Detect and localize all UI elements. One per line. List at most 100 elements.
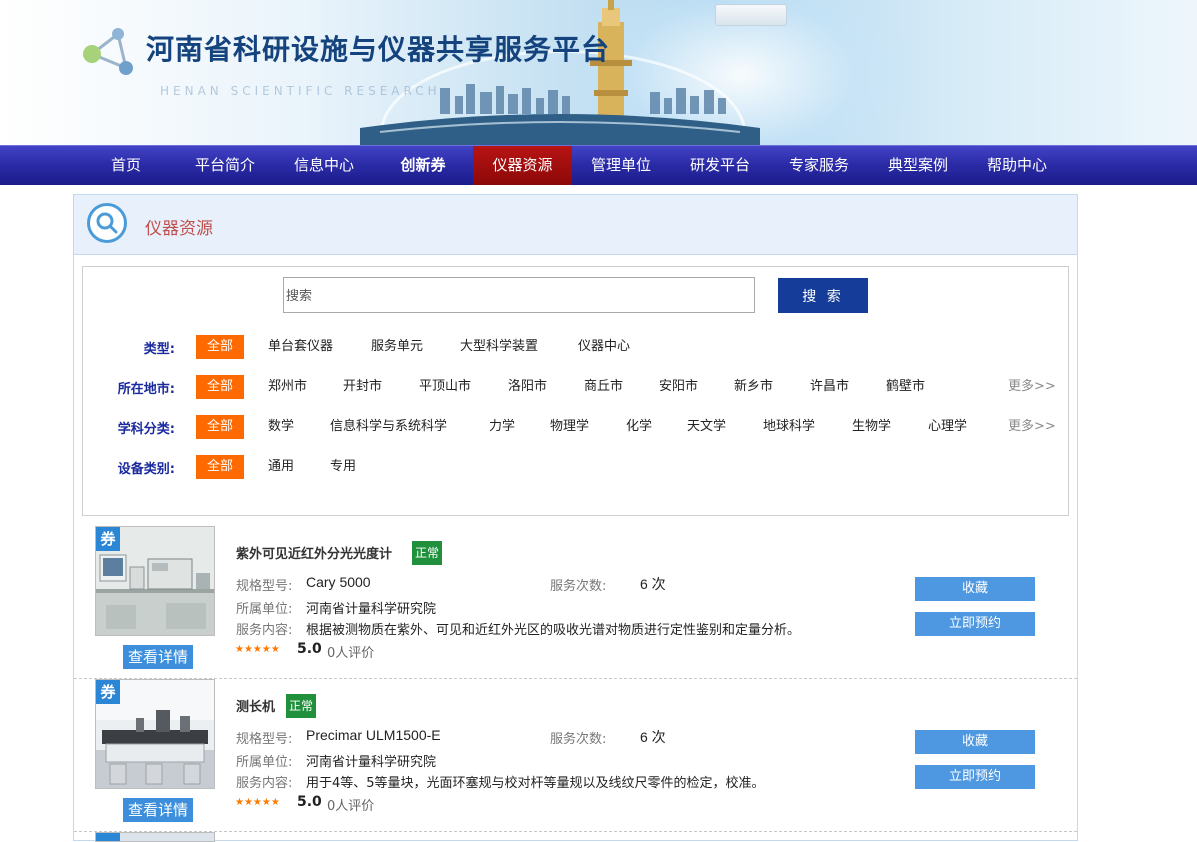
view-detail-button[interactable]: 查看详情: [123, 645, 193, 669]
nav-item-instruments[interactable]: 仪器资源: [473, 146, 572, 185]
service-content-value: 用于4等、5等量块，光面环塞规与校对杆等量规以及线纹尺零件的检定，校准。: [306, 776, 765, 791]
instrument-panel: 仪器资源 搜 索 类型: 全部 单台套仪器 服务单元 大型科学装置 仪器中心 所…: [73, 194, 1078, 842]
header-banner: 河南省科研设施与仪器共享服务平台 HENAN SCIENTIFIC RESEAR…: [0, 0, 1197, 145]
service-content-value: 根据被测物质在紫外、可见和近红外光区的吸收光谱对物质进行定性鉴别和定量分析。: [306, 623, 801, 638]
service-content-label: 服务内容:: [236, 623, 293, 638]
unit-label: 所属单位:: [236, 602, 293, 617]
filter-option[interactable]: 服务单元: [371, 335, 423, 359]
filter-more-link[interactable]: 更多>>: [1008, 415, 1056, 439]
filter-option[interactable]: 化学: [626, 415, 652, 439]
instrument-illustration: [715, 4, 787, 26]
filter-option[interactable]: 通用: [268, 455, 294, 479]
filter-option[interactable]: 力学: [489, 415, 515, 439]
nav-item-help[interactable]: 帮助中心: [978, 146, 1056, 185]
filter-option[interactable]: 开封市: [343, 375, 382, 399]
main-nav: 首页 平台简介 信息中心 创新券 仪器资源 管理单位 研发平台 专家服务 典型案…: [0, 145, 1197, 185]
filter-box: 搜 索 类型: 全部 单台套仪器 服务单元 大型科学装置 仪器中心 所在地市: …: [82, 266, 1069, 516]
filter-option[interactable]: 心理学: [928, 415, 967, 439]
model-label: 规格型号:: [236, 579, 293, 594]
filter-option-all[interactable]: 全部: [196, 415, 244, 439]
filter-label-type: 类型:: [143, 342, 175, 357]
filter-option[interactable]: 鹤壁市: [886, 375, 925, 399]
filter-option[interactable]: 许昌市: [810, 375, 849, 399]
filter-option[interactable]: 信息科学与系统科学: [330, 415, 447, 439]
filter-option[interactable]: 大型科学装置: [460, 335, 538, 359]
rating-score: 5.0: [297, 794, 322, 810]
filter-option[interactable]: 商丘市: [584, 375, 623, 399]
search-button[interactable]: 搜 索: [778, 278, 868, 313]
filter-option[interactable]: 天文学: [687, 415, 726, 439]
favorite-button[interactable]: 收藏: [915, 730, 1035, 754]
unit-value: 河南省计量科学研究院: [306, 602, 437, 617]
filter-option[interactable]: 安阳市: [659, 375, 698, 399]
platform-logo-icon: [83, 28, 133, 75]
nav-item-rd-platform[interactable]: 研发平台: [681, 146, 759, 185]
filter-option[interactable]: 地球科学: [763, 415, 815, 439]
filter-option[interactable]: 专用: [330, 455, 356, 479]
coupon-badge: 券: [96, 527, 120, 551]
filter-option-all[interactable]: 全部: [196, 335, 244, 359]
coupon-badge: 券: [96, 680, 120, 704]
search-input[interactable]: [283, 277, 755, 313]
result-item: 券 查看详情 测长机 正常 规格型号: Precimar ULM1500-E 服…: [74, 679, 1077, 832]
nav-item-news[interactable]: 信息中心: [285, 146, 363, 185]
rating-stars-icon: ★★★★★: [235, 644, 280, 655]
site-subtitle: HENAN SCIENTIFIC RESEARCH: [160, 84, 441, 98]
nav-item-management[interactable]: 管理单位: [582, 146, 660, 185]
service-count-value: 6 次: [640, 729, 666, 745]
service-count-label: 服务次数:: [550, 579, 607, 594]
status-badge: 正常: [286, 694, 317, 718]
service-content-label: 服务内容:: [236, 776, 293, 791]
filter-option-all[interactable]: 全部: [196, 455, 244, 479]
filter-more-link[interactable]: 更多>>: [1008, 375, 1056, 399]
filter-label-subject: 学科分类:: [117, 422, 175, 437]
instrument-name[interactable]: 紫外可见近红外分光光度计: [236, 543, 392, 562]
nav-item-home[interactable]: 首页: [92, 146, 160, 185]
filter-option[interactable]: 郑州市: [268, 375, 307, 399]
filter-row-type: 类型: 全部 单台套仪器 服务单元 大型科学装置 仪器中心: [83, 335, 1068, 359]
result-item: [74, 832, 1077, 842]
view-detail-button[interactable]: 查看详情: [123, 798, 193, 822]
nav-item-experts[interactable]: 专家服务: [780, 146, 858, 185]
review-count: 0人评价: [327, 646, 375, 661]
filter-option[interactable]: 仪器中心: [578, 335, 630, 359]
filter-option-all[interactable]: 全部: [196, 375, 244, 399]
nav-item-about[interactable]: 平台简介: [186, 146, 264, 185]
instrument-photo[interactable]: 券: [95, 679, 215, 789]
service-count-value: 6 次: [640, 576, 666, 592]
favorite-button[interactable]: 收藏: [915, 577, 1035, 601]
model-value: Precimar ULM1500-E: [306, 727, 441, 743]
rating-stars-icon: ★★★★★: [235, 797, 280, 808]
coupon-badge: [96, 833, 120, 841]
review-count: 0人评价: [327, 799, 375, 814]
rating-score: 5.0: [297, 641, 322, 657]
model-value: Cary 5000: [306, 574, 371, 590]
model-label: 规格型号:: [236, 732, 293, 747]
city-skyline-illustration: [360, 0, 760, 145]
filter-option[interactable]: 平顶山市: [419, 375, 471, 399]
filter-option[interactable]: 新乡市: [734, 375, 773, 399]
book-now-button[interactable]: 立即预约: [915, 612, 1035, 636]
filter-label-city: 所在地市:: [117, 382, 175, 397]
filter-option[interactable]: 单台套仪器: [268, 335, 333, 359]
search-icon: [87, 203, 127, 243]
nav-item-cases[interactable]: 典型案例: [879, 146, 957, 185]
filter-row-subject: 学科分类: 全部 数学 信息科学与系统科学 力学 物理学 化学 天文学 地球科学…: [83, 415, 1068, 439]
site-title: 河南省科研设施与仪器共享服务平台: [146, 33, 611, 66]
unit-label: 所属单位:: [236, 755, 293, 770]
instrument-name[interactable]: 测长机: [236, 696, 275, 715]
filter-option[interactable]: 物理学: [550, 415, 589, 439]
instrument-photo[interactable]: 券: [95, 526, 215, 636]
filter-label-device: 设备类别:: [117, 462, 175, 477]
filter-option[interactable]: 数学: [268, 415, 294, 439]
result-item: 券 查看详情 紫外可见近红外分光光度计 正常 规格型号: Cary 5000 服…: [74, 526, 1077, 679]
filter-option[interactable]: 洛阳市: [508, 375, 547, 399]
filter-option[interactable]: 生物学: [852, 415, 891, 439]
status-badge: 正常: [412, 541, 443, 565]
instrument-photo[interactable]: [95, 832, 215, 842]
section-title: 仪器资源: [145, 219, 213, 239]
unit-value: 河南省计量科学研究院: [306, 755, 437, 770]
filter-row-device: 设备类别: 全部 通用 专用: [83, 455, 1068, 479]
book-now-button[interactable]: 立即预约: [915, 765, 1035, 789]
nav-item-voucher[interactable]: 创新券: [384, 146, 462, 185]
